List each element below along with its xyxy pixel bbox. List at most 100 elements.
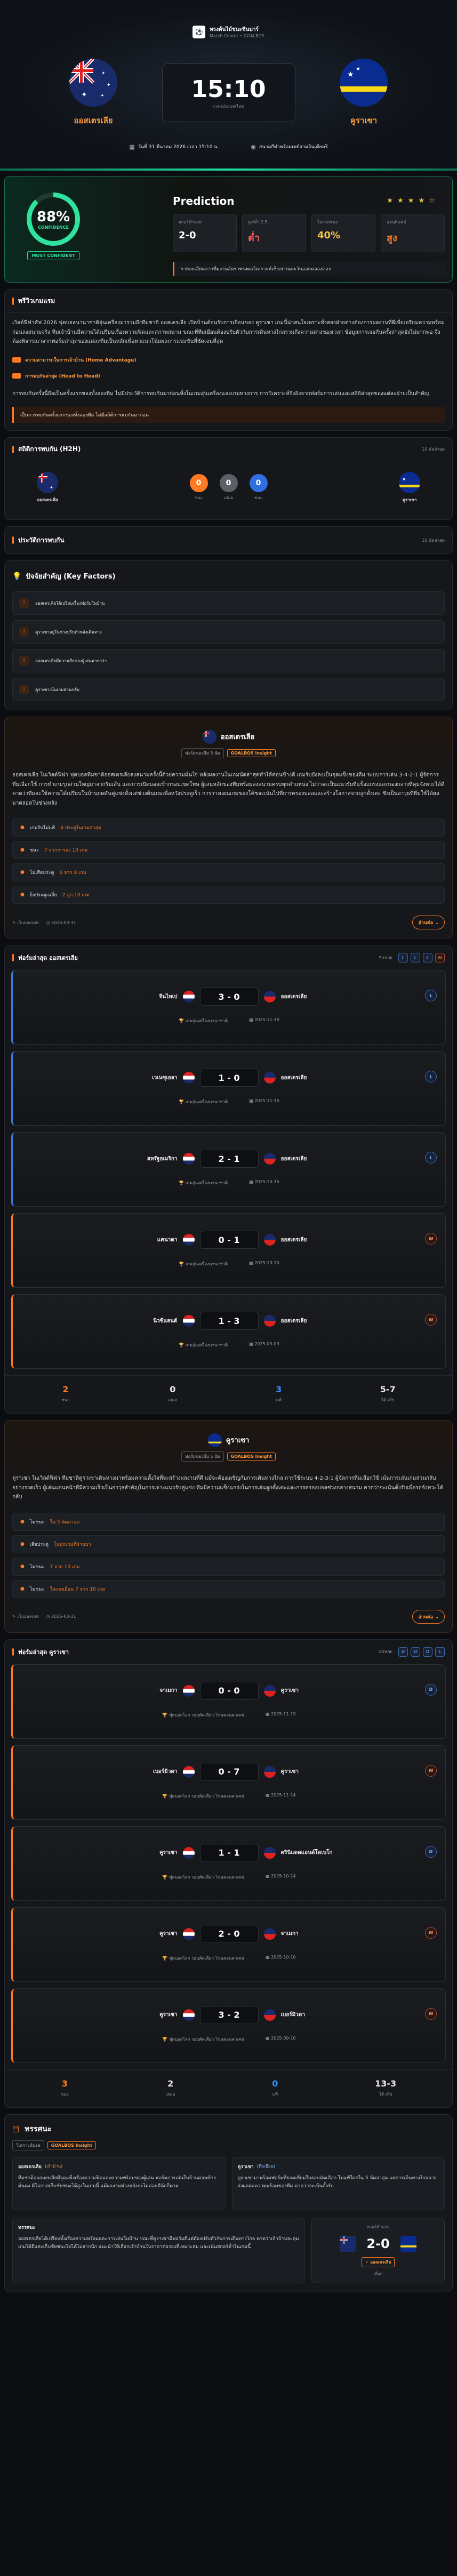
match-score: 0 - 7 bbox=[199, 1762, 259, 1781]
form-summary-value: 2 bbox=[62, 1384, 69, 1394]
match-home-name: แคนาดา bbox=[157, 1237, 178, 1243]
bullet-icon: ● bbox=[20, 1563, 25, 1569]
h2h-stat-label: ชนะ bbox=[194, 495, 203, 500]
match-competition: 🏆 เกมอุ่นเครื่องนานาชาติ bbox=[179, 1017, 228, 1024]
date: ◷ 2026-03-31 bbox=[46, 1614, 76, 1619]
team-flag-icon bbox=[263, 1315, 276, 1327]
australia-flag-icon: ✦ bbox=[37, 472, 58, 493]
analysis-summary: ทรรศนะ ออสเตรเลียได้เปรียบทั้งเรื่องความ… bbox=[12, 2217, 305, 2283]
streak-badge: D bbox=[423, 1647, 432, 1657]
kickoff-time-label: เวลาประเทศไทย bbox=[213, 104, 244, 109]
home-team-block[interactable]: ✦ ✦ ✦ ✦ ออสเตรเลีย bbox=[69, 59, 117, 127]
hero-teams: ✦ ✦ ✦ ✦ ออสเตรเลีย 15:10 เวลาประเทศไทย ★… bbox=[0, 59, 457, 127]
away-team-block[interactable]: ★ ★ คูราเซา bbox=[340, 59, 388, 127]
preview-tag-1: ความสามารถในการเจ้าบ้าน (Home Advantage) bbox=[5, 352, 452, 368]
match-card[interactable]: นิวซีแลนด์ 1 - 3 ออสเตรเลีย 🏆 เกมอุ่นเครื่อ… bbox=[11, 1294, 446, 1369]
preview-tags-body: การพบกันครั้งนี้ถือเป็นครั้งแรกของทั้งสอ… bbox=[12, 390, 429, 397]
form-summary-label: ชนะ bbox=[61, 1398, 70, 1402]
match-card[interactable]: แคนาดา 0 - 1 ออสเตรเลีย 🏆 เกมอุ่นเครื่องนาน… bbox=[11, 1213, 446, 1288]
match-row: คูราเซา 3 - 2 เบอร์มิวดา bbox=[13, 2005, 445, 2024]
insight-item-value: 4 ประตูในเกมล่าสุด bbox=[60, 825, 101, 831]
match-competition: 🏆 เกมอุ่นเครื่องนานาชาติ bbox=[179, 1098, 228, 1105]
team-flag-icon bbox=[182, 1766, 195, 1778]
prediction-note: รายละเอียดจากทีมงานอัตราทรงผลวิเคราะห์เช… bbox=[173, 262, 446, 276]
svg-text:✦: ✦ bbox=[107, 83, 111, 88]
match-score: 1 - 1 bbox=[199, 1843, 259, 1862]
section-accent bbox=[12, 1648, 14, 1656]
match-competition: 🏆 ฟุตบอลโลก รอบคัดเลือก โซนคอนคาเคฟ bbox=[162, 1793, 244, 1800]
form-summary-stat: 0 แพ้ bbox=[272, 2079, 278, 2098]
home-card-list: ● เกมรับไม่แพ้ 4 ประตูในเกมล่าสุด ● ชนะ 7 จาก… bbox=[5, 818, 452, 904]
match-away-name: ออสเตรเลีย bbox=[280, 1318, 307, 1324]
insight-item: ● ไม่ชนะ ใน 5 นัดล่าสุด bbox=[12, 1512, 445, 1531]
insight-item-label: ยิงประตูเฉลี่ย bbox=[29, 893, 57, 898]
streak-badge: D bbox=[411, 1647, 420, 1657]
match-card[interactable]: คูราเซา 1 - 1 ตรินิแดดแอนด์โตเบโก 🏆 ฟุตบอลโ… bbox=[11, 1826, 446, 1901]
prediction-stat-value: 40% bbox=[317, 230, 341, 241]
match-competition: 🏆 เกมอุ่นเครื่องนานาชาติ bbox=[179, 1261, 228, 1267]
insight-item-value: 7 จาก 10 เกม bbox=[50, 1564, 80, 1570]
match-date: ▦ วันที่ 31 มีนาคม 2026 เวลา 15:10 น. bbox=[129, 143, 219, 150]
history-card: ประวัติการพบกัน 10 นัดล่าสุด bbox=[4, 526, 453, 554]
match-card[interactable]: เบอร์มิวดา 0 - 7 คูราเซา 🏆 ฟุตบอลโลก รอบคัด… bbox=[11, 1745, 446, 1820]
match-card[interactable]: สหรัฐอเมริกา 2 - 1 ออสเตรเลีย 🏆 เกมอุ่นเครื… bbox=[11, 1132, 446, 1207]
team-flag-icon bbox=[182, 1315, 195, 1327]
read-more-button[interactable]: อ่านต่อ ⌄ bbox=[412, 1609, 445, 1624]
form-summary-value: 5-7 bbox=[380, 1384, 396, 1394]
match-card[interactable]: จาเมกา 0 - 0 คูราเซา 🏆 ฟุตบอลโลก รอบคัดเลือ… bbox=[11, 1664, 446, 1739]
analysis-home-tag: (เจ้าบ้าน) bbox=[44, 2164, 63, 2169]
trophy-icon: 🏆 bbox=[179, 1181, 186, 1185]
team-flag-icon bbox=[263, 1928, 276, 1940]
match-competition: 🏆 ฟุตบอลโลก รอบคัดเลือก โซนคอนคาเคฟ bbox=[162, 2036, 244, 2043]
home-team-name: ออสเตรเลีย bbox=[74, 116, 113, 125]
h2h-row: ✦ ออสเตรเลีย 0 ชนะ 0 เสมอ 0 ชนะ ★ คูราเซา bbox=[5, 461, 452, 519]
prediction-title: Prediction bbox=[173, 195, 235, 207]
away-card-badge-form: ฟอร์มของทีม 5 นัด bbox=[181, 1451, 224, 1462]
tag-marker-icon bbox=[12, 357, 21, 363]
away-streak: Streak DDDL bbox=[379, 1647, 445, 1657]
match-card[interactable]: จีนไทเป 3 - 0 ออสเตรเลีย 🏆 เกมอุ่นเครื่องนา… bbox=[11, 970, 446, 1045]
form-summary-label: ได้-เสีย bbox=[379, 2091, 392, 2097]
svg-text:✦: ✦ bbox=[50, 485, 53, 490]
match-venue: ◉ สนามกีฬาพร้อมเพย์สามอินเดียคริ bbox=[251, 143, 327, 150]
form-summary-value: 3 bbox=[276, 1384, 282, 1394]
match-date-text: 2025-11-15 bbox=[254, 1098, 279, 1103]
match-date-text: 2025-10-15 bbox=[254, 1179, 279, 1184]
match-date-text: 2025-10-14 bbox=[271, 1873, 296, 1879]
match-away-name: จาเมกา bbox=[280, 1931, 299, 1937]
kickoff-time: 15:10 bbox=[191, 76, 266, 103]
match-competition-text: เกมอุ่นเครื่องนานาชาติ bbox=[185, 1100, 228, 1104]
factor-icon: ! bbox=[19, 627, 29, 637]
team-flag-icon bbox=[263, 991, 276, 1002]
prediction-score-card: สกอร์ทำนาย 2-0 ✓ ออสเตรเลีย เลือก bbox=[311, 2217, 445, 2283]
analysis-card: ▤ ทรรศนะ วิเคราะห์บอล GOALBOS Insight ออ… bbox=[4, 2114, 453, 2292]
match-row: เวเนซุเอลา 1 - 0 ออสเตรเลีย bbox=[13, 1069, 445, 1087]
match-card[interactable]: คูราเซา 3 - 2 เบอร์มิวดา 🏆 ฟุตบอลโลก รอบคัด… bbox=[11, 1988, 446, 2063]
match-card[interactable]: คูราเซา 2 - 0 จาเมกา 🏆 ฟุตบอลโลก รอบคัดเลือ… bbox=[11, 1907, 446, 1982]
key-factor-text: ออสเตรเลียได้เปรียบเรื่องฟอร์มในบ้าน bbox=[35, 600, 105, 606]
trophy-icon: 🏆 bbox=[162, 1955, 169, 1961]
match-away-name: คูราเซา bbox=[280, 1688, 299, 1694]
match-date-text: 2025-10-10 bbox=[271, 1954, 296, 1960]
match-card[interactable]: เวเนซุเอลา 1 - 0 ออสเตรเลีย 🏆 เกมอุ่นเครื่อ… bbox=[11, 1051, 446, 1126]
svg-text:★: ★ bbox=[356, 66, 360, 72]
form-summary-label: ชนะ bbox=[60, 2091, 69, 2097]
match-row: นิวซีแลนด์ 1 - 3 ออสเตรเลีย bbox=[13, 1312, 445, 1330]
location-pin-icon: ◉ bbox=[251, 143, 256, 150]
read-more-button[interactable]: อ่านต่อ ⌄ bbox=[412, 916, 445, 929]
svg-text:✦: ✦ bbox=[100, 93, 105, 99]
author: ✎ เว็บบอลเทพ bbox=[12, 1614, 39, 1619]
prediction-stat-value: ต่ำ bbox=[248, 232, 260, 244]
bullet-icon: ● bbox=[20, 825, 25, 830]
form-summary-stat: 3 แพ้ bbox=[276, 1384, 282, 1403]
prediction-stat: สกอร์ทำนาย 2-0 bbox=[173, 214, 237, 252]
history-count: 10 นัดล่าสุด bbox=[422, 537, 445, 543]
match-score: 1 - 0 bbox=[199, 1069, 259, 1087]
match-result-badge: D bbox=[425, 1845, 437, 1858]
match-date-text: 2025-09-09 bbox=[254, 1342, 279, 1346]
match-competition-text: ฟุตบอลโลก รอบคัดเลือก โซนคอนคาเคฟ bbox=[169, 1712, 245, 1718]
form-summary-stat: 0 เสมอ bbox=[168, 1384, 178, 1403]
section-accent bbox=[12, 954, 14, 961]
date: ◷ 2026-03-31 bbox=[46, 920, 76, 925]
date-text: 2026-03-31 bbox=[51, 920, 76, 925]
